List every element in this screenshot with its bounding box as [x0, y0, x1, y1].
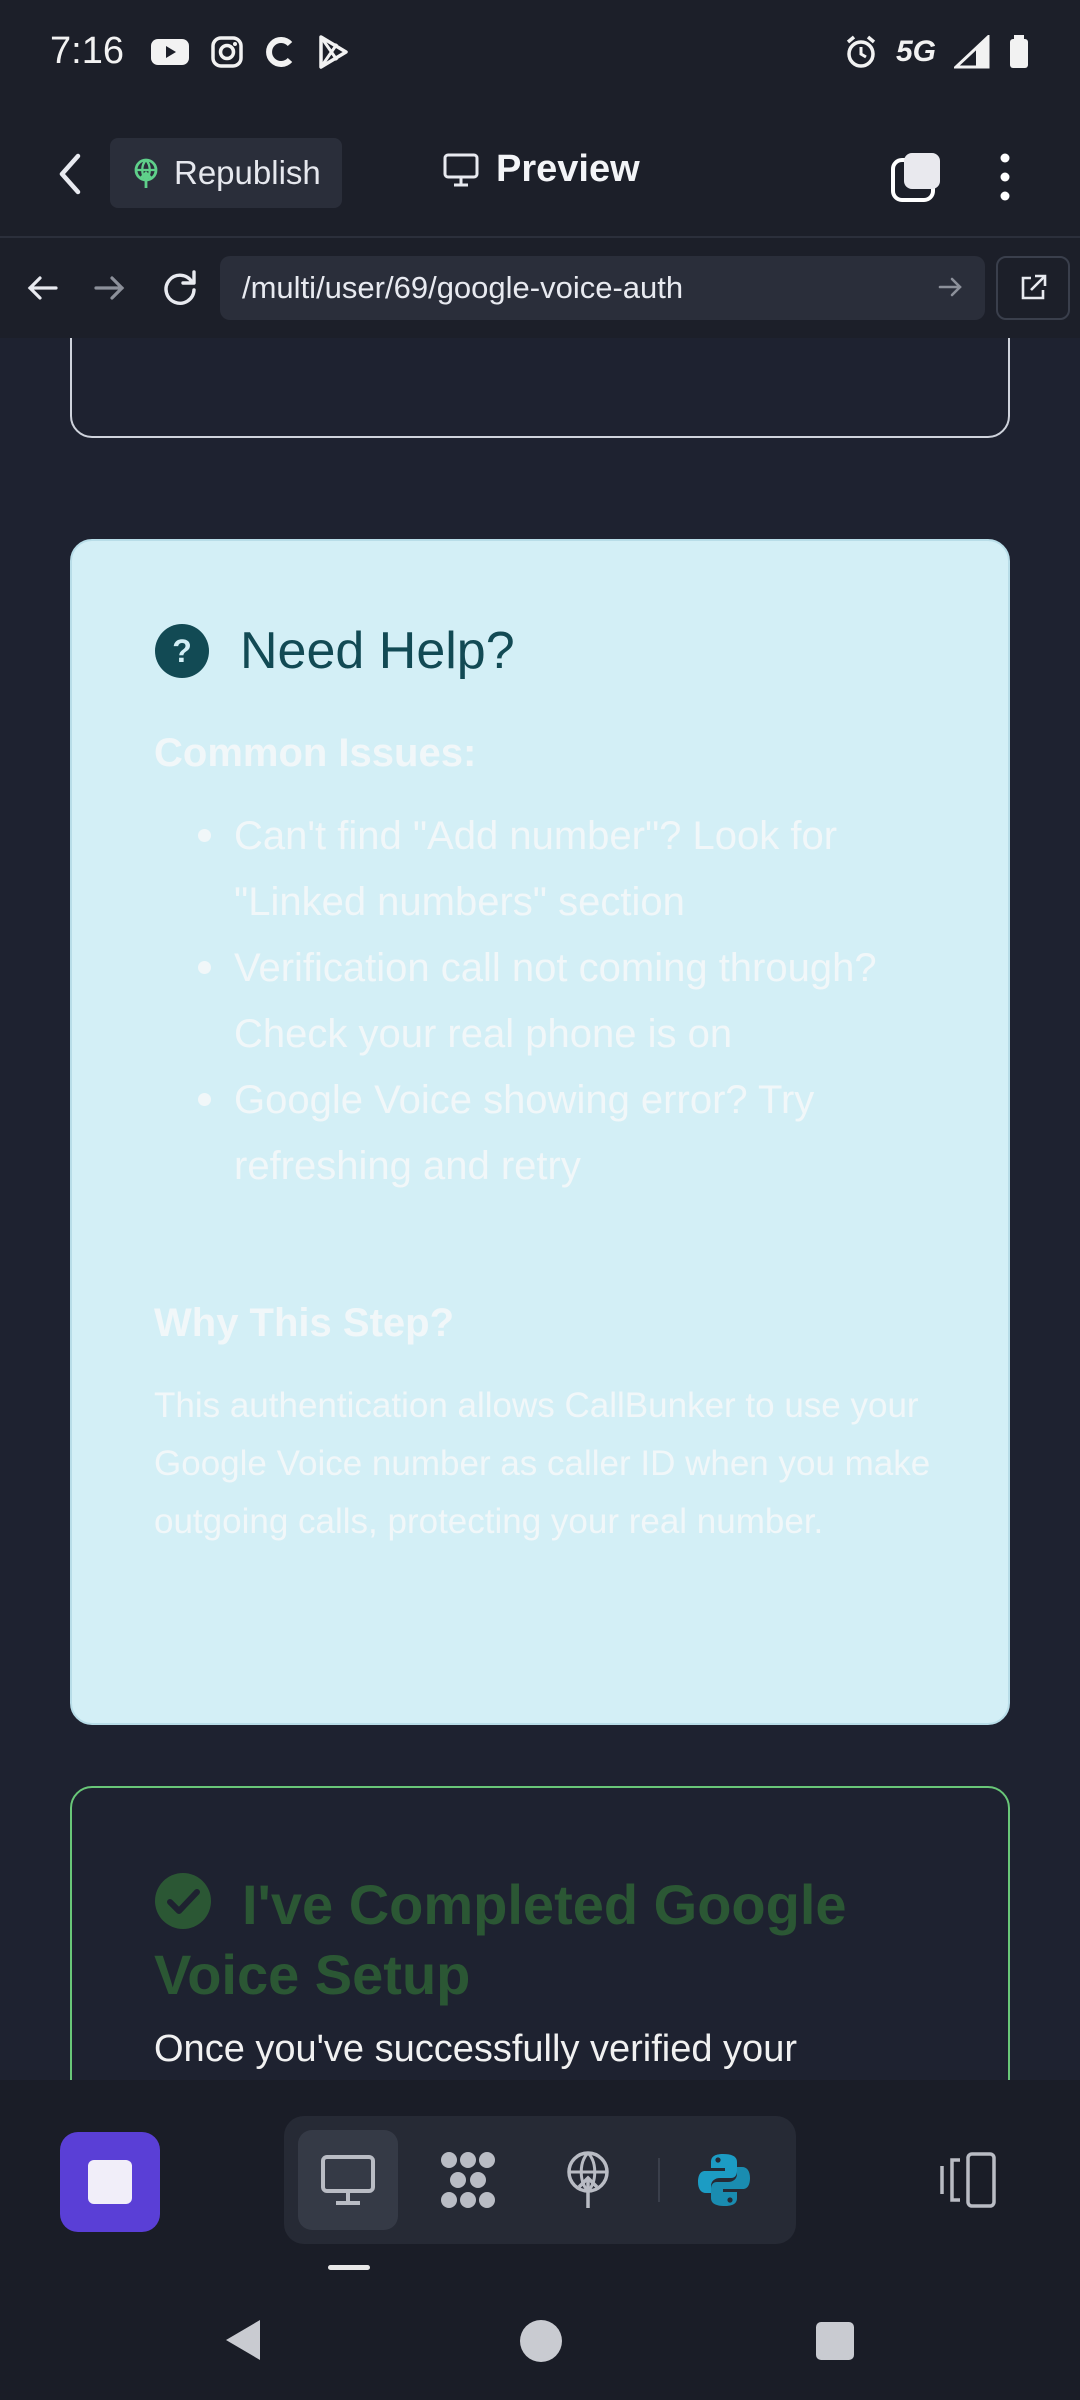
bottom-toolbar — [0, 2080, 1080, 2280]
help-header: ? Need Help? — [154, 621, 515, 681]
alarm-icon — [846, 35, 876, 68]
completed-header: I've Completed Google Voice Setup — [154, 1870, 914, 2010]
preview-label: Preview — [496, 148, 640, 190]
stop-button[interactable] — [60, 2132, 160, 2232]
view-switcher — [284, 2116, 796, 2244]
url-text: /multi/user/69/google-voice-auth — [242, 270, 684, 305]
layout-toggle-icon[interactable] — [938, 2150, 1000, 2210]
nav-forward-arrow-icon[interactable] — [88, 266, 132, 310]
open-external-button[interactable] — [996, 256, 1070, 320]
divider — [658, 2158, 660, 2202]
system-nav-bar — [0, 2280, 1080, 2400]
why-description: This authentication allows CallBunker to… — [154, 1386, 931, 1541]
network-type: 5G — [895, 35, 936, 68]
list-item: Verification call not coming through? Ch… — [154, 935, 954, 1067]
workflow-button[interactable] — [418, 2130, 518, 2230]
deploy-button[interactable] — [538, 2130, 638, 2230]
tabs-icon[interactable] — [890, 150, 944, 204]
completed-title: I've Completed Google Voice Setup — [154, 1870, 914, 2010]
python-button[interactable] — [674, 2130, 774, 2230]
monitor-icon — [443, 153, 479, 186]
check-circle-icon — [155, 1873, 211, 1929]
monitor-icon — [321, 2155, 375, 2205]
back-chevron-icon[interactable] — [46, 146, 96, 202]
nav-back-arrow-icon[interactable] — [20, 266, 64, 310]
play-store-icon — [319, 35, 348, 69]
preview-title: Preview — [442, 148, 640, 191]
completed-body: Once you've successfully verified your — [154, 2028, 797, 2070]
desktop-view-button[interactable] — [298, 2130, 398, 2230]
why-heading: Why This Step? — [154, 1301, 454, 1345]
c-app-icon — [266, 37, 293, 67]
go-arrow-icon[interactable] — [935, 272, 965, 302]
completed-setup-card[interactable]: I've Completed Google Voice Setup Once y… — [70, 1786, 1010, 2080]
status-time: 7:16 — [50, 30, 124, 72]
python-icon — [698, 2154, 750, 2206]
question-circle-icon: ? — [155, 624, 209, 678]
system-back-icon[interactable] — [222, 2316, 264, 2364]
republish-button[interactable]: Republish — [110, 138, 342, 208]
battery-icon — [1010, 35, 1028, 68]
republish-label: Republish — [174, 154, 321, 191]
completed-title-text: I've Completed Google Voice Setup — [154, 1873, 847, 2006]
app-top-bar: Republish Preview — [0, 110, 1080, 238]
instagram-icon — [211, 36, 243, 68]
more-options-icon[interactable] — [990, 150, 1020, 204]
system-recents-icon[interactable] — [816, 2322, 854, 2360]
notification-icons — [150, 34, 350, 70]
system-home-icon[interactable] — [520, 2320, 562, 2362]
open-external-icon — [1021, 274, 1047, 300]
nodes-icon — [441, 2152, 495, 2208]
list-item: Google Voice showing error? Try refreshi… — [154, 1067, 954, 1199]
active-tab-indicator — [328, 2265, 370, 2270]
list-item: Can't find "Add number"? Look for "Linke… — [154, 803, 954, 935]
help-card: ? Need Help? Common Issues: Can't find "… — [70, 539, 1010, 1725]
help-title: Need Help? — [240, 622, 515, 680]
system-status-icons: 5G — [844, 34, 1030, 70]
previous-card — [70, 338, 1010, 438]
url-input[interactable]: /multi/user/69/google-voice-auth — [220, 256, 985, 320]
republish-globe-icon — [134, 158, 158, 188]
stop-icon — [88, 2160, 132, 2204]
url-bar: /multi/user/69/google-voice-auth — [0, 238, 1080, 338]
status-bar: 7:16 5G — [0, 0, 1080, 110]
svg-text:?: ? — [172, 633, 192, 669]
common-issues-heading: Common Issues: — [154, 731, 477, 775]
signal-icon — [954, 35, 990, 69]
preview-content[interactable]: ? Need Help? Common Issues: Can't find "… — [0, 338, 1080, 2080]
deploy-globe-icon — [567, 2151, 609, 2208]
youtube-icon — [151, 39, 189, 65]
issues-list: Can't find "Add number"? Look for "Linke… — [154, 803, 954, 1199]
reload-icon[interactable] — [158, 266, 202, 310]
